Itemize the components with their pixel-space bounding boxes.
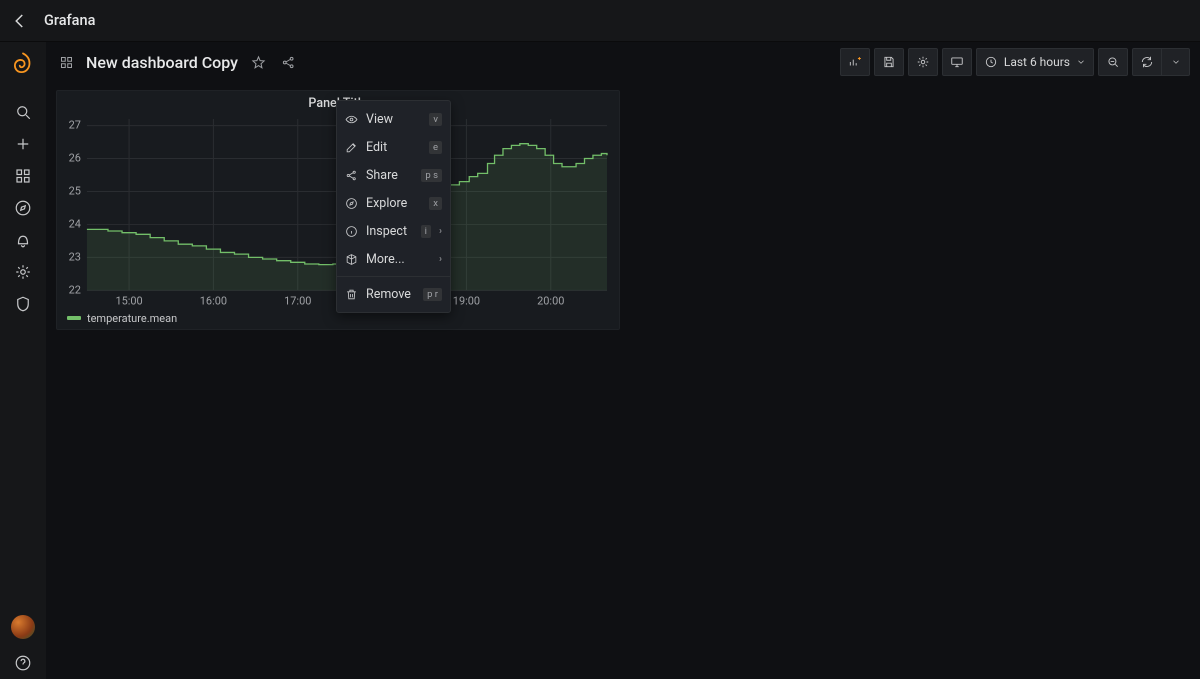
dashboard-header: New dashboard Copy Last 6 hours: [46, 42, 1200, 82]
gear-icon: [14, 263, 32, 281]
refresh-interval-button[interactable]: [1162, 48, 1190, 76]
sidebar-help[interactable]: [0, 647, 46, 679]
menu-more[interactable]: More... ›: [337, 245, 450, 273]
refresh-icon: [1140, 55, 1154, 69]
star-dashboard-button[interactable]: [248, 52, 268, 72]
sidebar-alerting[interactable]: [0, 224, 46, 256]
menu-explore[interactable]: Explore x: [337, 189, 450, 217]
sidebar-explore[interactable]: [0, 192, 46, 224]
user-avatar[interactable]: [11, 615, 35, 639]
panel-context-menu: View v Edit e Share p s Explore x Inspec…: [336, 100, 451, 313]
cube-icon: [345, 253, 358, 266]
chevron-right-icon: ›: [439, 226, 442, 237]
back-button[interactable]: [10, 11, 30, 31]
arrow-left-icon: [11, 12, 29, 30]
legend-swatch: [67, 316, 81, 320]
zoom-out-button[interactable]: [1098, 48, 1128, 76]
time-range-picker[interactable]: Last 6 hours: [976, 48, 1094, 76]
main: New dashboard Copy Last 6 hours Panel Ti…: [46, 42, 1200, 679]
svg-text:15:00: 15:00: [115, 294, 142, 307]
svg-text:26: 26: [69, 152, 81, 165]
time-range-label: Last 6 hours: [1004, 55, 1070, 69]
compass-icon: [345, 197, 358, 210]
dashboard-icon: [56, 52, 76, 72]
chevron-down-icon: [1076, 57, 1086, 67]
info-icon: [345, 225, 358, 238]
apps-icon: [14, 167, 32, 185]
chevron-down-icon: [1171, 57, 1181, 67]
dashboard-toolbar: Last 6 hours: [840, 48, 1190, 76]
share-dashboard-button[interactable]: [278, 52, 298, 72]
sidebar: [0, 42, 46, 679]
clock-icon: [984, 55, 998, 69]
dashboard-title[interactable]: New dashboard Copy: [86, 53, 238, 72]
help-icon: [14, 654, 32, 672]
cycle-view-mode-button[interactable]: [942, 48, 972, 76]
appbar: Grafana: [0, 0, 1200, 42]
share-icon: [281, 55, 296, 70]
sidebar-search[interactable]: [0, 96, 46, 128]
sidebar-create[interactable]: [0, 128, 46, 160]
svg-text:22: 22: [69, 283, 81, 296]
edit-icon: [345, 141, 358, 154]
zoom-out-icon: [1106, 55, 1120, 69]
monitor-icon: [950, 55, 964, 69]
legend-label: temperature.mean: [87, 312, 177, 325]
svg-text:19:00: 19:00: [453, 294, 480, 307]
share-icon: [345, 169, 358, 182]
grafana-logo-icon: [10, 51, 36, 77]
trash-icon: [345, 288, 358, 301]
panel-add-icon: [848, 55, 862, 69]
chevron-right-icon: ›: [439, 254, 442, 265]
sidebar-configuration[interactable]: [0, 256, 46, 288]
gear-icon: [916, 55, 930, 69]
shield-icon: [14, 295, 32, 313]
save-icon: [882, 55, 896, 69]
menu-edit[interactable]: Edit e: [337, 133, 450, 161]
bell-icon: [14, 231, 32, 249]
add-panel-button[interactable]: [840, 48, 870, 76]
menu-separator: [337, 276, 450, 277]
svg-text:20:00: 20:00: [537, 294, 564, 307]
sidebar-dashboards[interactable]: [0, 160, 46, 192]
refresh-button[interactable]: [1132, 48, 1162, 76]
svg-text:23: 23: [69, 250, 81, 263]
search-icon: [14, 103, 32, 121]
menu-view[interactable]: View v: [337, 105, 450, 133]
dashboard-settings-button[interactable]: [908, 48, 938, 76]
menu-remove[interactable]: Remove p r: [337, 280, 450, 308]
app-title: Grafana: [44, 12, 95, 29]
svg-text:24: 24: [69, 217, 81, 230]
menu-inspect[interactable]: Inspect i ›: [337, 217, 450, 245]
star-icon: [251, 55, 266, 70]
grafana-logo[interactable]: [9, 50, 37, 78]
svg-text:17:00: 17:00: [284, 294, 311, 307]
eye-icon: [345, 113, 358, 126]
compass-icon: [14, 199, 32, 217]
sidebar-server-admin[interactable]: [0, 288, 46, 320]
svg-text:27: 27: [69, 119, 81, 132]
svg-text:16:00: 16:00: [200, 294, 227, 307]
svg-text:25: 25: [69, 184, 81, 197]
menu-share[interactable]: Share p s: [337, 161, 450, 189]
plus-icon: [14, 135, 32, 153]
save-dashboard-button[interactable]: [874, 48, 904, 76]
